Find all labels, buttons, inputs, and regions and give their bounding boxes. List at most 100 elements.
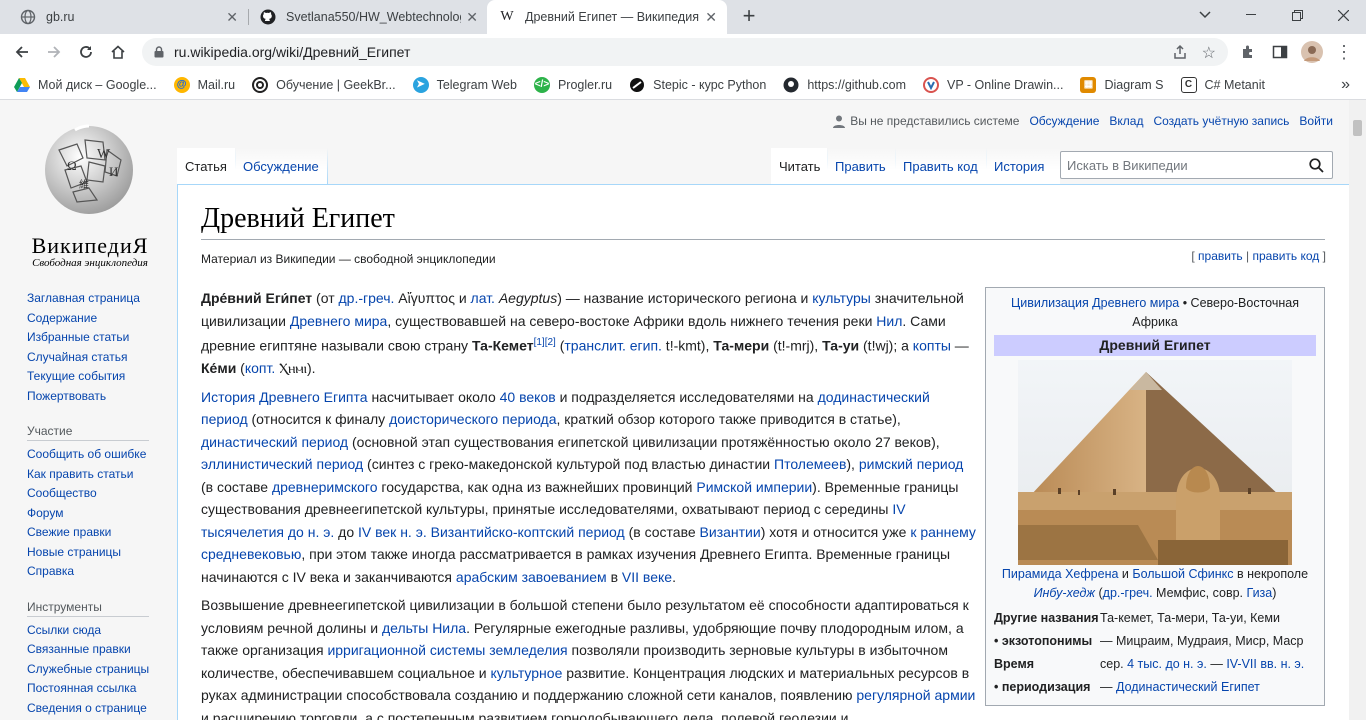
tab-article[interactable]: Статья xyxy=(177,148,235,184)
article-link[interactable]: VII веке xyxy=(622,569,672,585)
close-icon[interactable]: ✕ xyxy=(466,9,478,26)
predynastic-link[interactable]: Додинастический Египет xyxy=(1116,680,1260,694)
article-link[interactable]: династический период xyxy=(201,434,348,450)
sidebar-link[interactable]: Сообщить об ошибке xyxy=(27,445,167,465)
new-tab-button[interactable]: + xyxy=(738,3,760,28)
close-window-icon[interactable] xyxy=(1320,0,1366,30)
article-link[interactable]: эллинистический период xyxy=(201,456,363,472)
bookmark-github[interactable]: https://github.com xyxy=(783,77,906,93)
login-link[interactable]: Войти xyxy=(1299,114,1333,128)
sidebar-link[interactable]: Как править статьи xyxy=(27,465,167,485)
article-link[interactable]: копт. xyxy=(245,360,275,376)
bookmark-metanit[interactable]: C C# Metanit xyxy=(1180,76,1265,93)
sidebar-link[interactable]: Новые страницы xyxy=(27,543,167,563)
sidebar-link[interactable]: Пожертвовать xyxy=(27,387,167,407)
sidebar-link[interactable]: Свежие правки xyxy=(27,523,167,543)
home-icon[interactable] xyxy=(106,40,130,64)
bookmark-telegram[interactable]: ➤ Telegram Web xyxy=(412,76,517,93)
menu-icon[interactable]: ⋮ xyxy=(1332,40,1356,64)
civilization-link[interactable]: Цивилизация Древнего мира xyxy=(1011,296,1179,310)
tab-search-icon[interactable] xyxy=(1182,0,1228,30)
bookmark-geekbrains[interactable]: Обучение | GeekBr... xyxy=(252,76,396,93)
bookmark-stepik[interactable]: Stepic - курс Python xyxy=(629,77,766,93)
restore-icon[interactable] xyxy=(1274,0,1320,30)
minimize-icon[interactable] xyxy=(1228,0,1274,30)
bookmark-progler[interactable]: </> Progler.ru xyxy=(533,76,612,93)
extensions-icon[interactable] xyxy=(1236,40,1260,64)
tab-github[interactable]: Svetlana550/HW_Webtechnology ✕ xyxy=(248,0,488,34)
article-link[interactable]: Древнего мира xyxy=(290,313,388,329)
page-scrollbar[interactable] xyxy=(1349,100,1366,720)
wikipedia-logo[interactable]: W Ω И 維 ВикипедиЯ Свободная энциклопедия xyxy=(10,116,170,269)
greek-link[interactable]: др.-греч. xyxy=(1103,586,1153,600)
side-panel-icon[interactable] xyxy=(1268,40,1292,64)
article-link[interactable]: Птолемеев xyxy=(774,456,846,472)
article-link[interactable]: транслит. егип. xyxy=(564,338,662,354)
talk-link[interactable]: Обсуждение xyxy=(1029,114,1099,128)
search-input[interactable]: Искать в Википедии xyxy=(1060,151,1333,179)
reload-icon[interactable] xyxy=(74,40,98,64)
article-link[interactable]: культуры xyxy=(812,290,871,306)
period-end-link[interactable]: IV-VII вв. н. э. xyxy=(1226,657,1304,671)
bookmarks-overflow-icon[interactable]: » xyxy=(1341,76,1350,94)
edit-link[interactable]: править xyxy=(1198,249,1243,263)
sidebar-link[interactable]: Служебные страницы xyxy=(27,660,167,680)
close-icon[interactable]: ✕ xyxy=(226,9,238,26)
avatar[interactable] xyxy=(1300,40,1324,64)
sidebar-link[interactable]: Постоянная ссылка xyxy=(27,679,167,699)
sidebar-link[interactable]: Справка xyxy=(27,562,167,582)
article-link[interactable]: доисторического периода xyxy=(389,411,556,427)
article-link[interactable]: Византийско-коптский период xyxy=(431,524,625,540)
close-icon[interactable]: ✕ xyxy=(705,9,717,26)
article-link[interactable]: Римской империи xyxy=(696,479,812,495)
sidebar-link[interactable]: Связанные правки xyxy=(27,640,167,660)
sidebar-link[interactable]: Случайная статья xyxy=(27,348,167,368)
article-link[interactable]: древнеримского xyxy=(272,479,378,495)
inbu-hedj-link[interactable]: Инбу-хедж xyxy=(1034,586,1095,600)
article-link[interactable]: регулярной армии xyxy=(856,687,975,703)
sidebar-link[interactable]: Сведения о странице xyxy=(27,699,167,719)
article-link[interactable]: лат. xyxy=(471,290,495,306)
period-start-link[interactable]: 4 тыс. до н. э. xyxy=(1127,657,1207,671)
contributions-link[interactable]: Вклад xyxy=(1109,114,1143,128)
scrollbar-thumb[interactable] xyxy=(1353,120,1362,136)
sphinx-link[interactable]: Большой Сфинкс xyxy=(1132,567,1233,581)
article-link[interactable]: Нил xyxy=(876,313,902,329)
article-link[interactable]: дельты Нила xyxy=(382,620,466,636)
bookmark-visual-paradigm[interactable]: VP - Online Drawin... xyxy=(922,76,1063,93)
sidebar-link[interactable]: Содержание xyxy=(27,309,167,329)
address-bar[interactable]: ru.wikipedia.org/wiki/Древний_Египет ☆ xyxy=(142,38,1228,66)
article-link[interactable]: 40 веков xyxy=(500,389,556,405)
bookmark-google-drive[interactable]: Мой диск – Google... xyxy=(14,77,157,93)
forward-icon[interactable] xyxy=(42,40,66,64)
article-link[interactable]: копты xyxy=(913,338,951,354)
article-link[interactable]: римский период xyxy=(859,456,964,472)
tab-discussion[interactable]: Обсуждение xyxy=(235,148,327,184)
article-link[interactable]: ирригационной системы земледелия xyxy=(327,642,567,658)
tab-read[interactable]: Читать xyxy=(771,148,827,184)
share-icon[interactable] xyxy=(1172,44,1188,63)
bookmark-diagram[interactable]: ▦ Diagram S xyxy=(1080,76,1164,93)
tab-history[interactable]: История xyxy=(986,148,1060,184)
tab-edit-source[interactable]: Править код xyxy=(895,148,986,184)
reference-link[interactable]: [1][2] xyxy=(534,337,556,348)
sidebar-link[interactable]: Сообщество xyxy=(27,484,167,504)
tab-edit[interactable]: Править xyxy=(827,148,895,184)
sidebar-link[interactable]: Текущие события xyxy=(27,367,167,387)
article-link[interactable]: Византии xyxy=(700,524,761,540)
sidebar-link[interactable]: Заглавная страница xyxy=(27,289,167,309)
bookmark-mail[interactable]: @ Mail.ru xyxy=(173,76,235,93)
edit-code-link[interactable]: править код xyxy=(1253,249,1320,263)
article-link[interactable]: IV век н. э. xyxy=(358,524,427,540)
tab-gb[interactable]: gb.ru ✕ xyxy=(8,0,248,34)
bookmark-star-icon[interactable]: ☆ xyxy=(1202,43,1216,63)
article-link[interactable]: арабским завоеванием xyxy=(456,569,607,585)
pyramid-sphinx-image[interactable] xyxy=(1018,360,1292,565)
article-link[interactable]: История Древнего Египта xyxy=(201,389,368,405)
create-account-link[interactable]: Создать учётную запись xyxy=(1153,114,1289,128)
sidebar-link[interactable]: Форум xyxy=(27,504,167,524)
article-link[interactable]: культурное xyxy=(491,665,563,681)
giza-link[interactable]: Гиза xyxy=(1247,586,1273,600)
tab-wikipedia[interactable]: W Древний Египет — Википедия ✕ xyxy=(487,0,727,34)
back-icon[interactable] xyxy=(10,40,34,64)
